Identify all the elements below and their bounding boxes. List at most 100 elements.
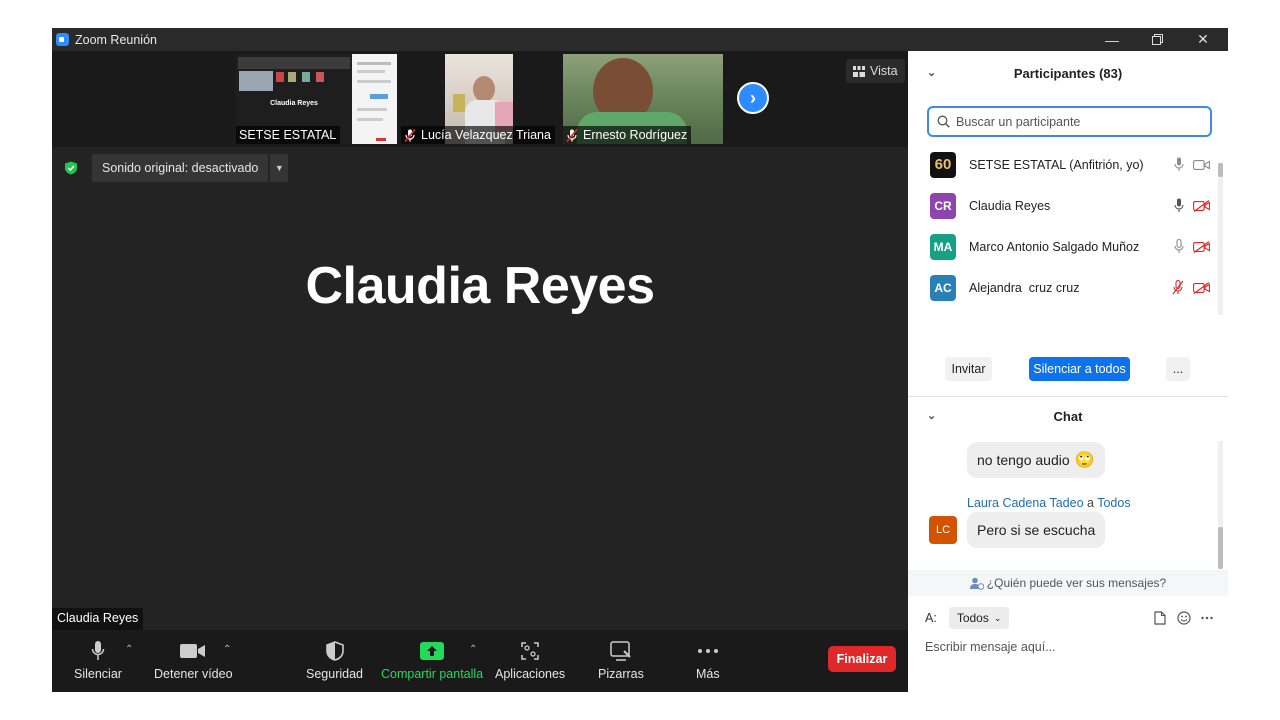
chat-message: no tengo audio 🙄 [967,442,1105,478]
stop-video-button[interactable]: Detener vídeo [154,638,233,681]
file-icon[interactable] [1154,611,1166,625]
participant-name: SETSE ESTATAL (Anfitrión, yo) [969,157,1144,172]
microphone-icon [91,641,105,660]
sender-name[interactable]: Laura Cadena Tadeo [967,496,1084,510]
thumb-name: Lucía Velazquez Triana [421,128,551,142]
close-icon[interactable]: ✕ [1180,28,1226,51]
message-sender-line: Laura Cadena Tadeo a Todos [967,496,1131,510]
chat-messages: no tengo audio 🙄 Laura Cadena Tadeo a To… [908,440,1218,568]
share-label: Compartir pantalla [381,667,484,681]
participant-row[interactable]: AC Alejandra cruz cruz [908,267,1218,308]
video-area: Claudia Reyes SETSE ESTATAL Lucía Velazq… [52,51,908,692]
avatar: AC [930,274,956,301]
video-off-icon[interactable] [1193,199,1210,212]
video-camera-icon [180,644,206,658]
participant-list: 60 SETSE ESTATAL (Anfitrión, yo) CR Clau… [908,144,1218,314]
encryption-shield-icon [65,161,77,175]
recipient-name[interactable]: Todos [1097,496,1130,510]
minimize-icon[interactable]: — [1089,28,1135,51]
speaker-name-tag: Claudia Reyes [52,608,144,630]
zoom-logo-icon [56,33,69,46]
side-panel: ⌄ Participantes (83) 60 SETSE ESTATAL (A… [908,51,1228,692]
person-info-icon [969,577,984,590]
title-bar: Zoom Reunión — ✕ [52,28,1228,51]
mute-button[interactable]: Silenciar [74,638,122,681]
video-off-icon[interactable] [1193,281,1210,294]
security-button[interactable]: Seguridad [306,638,363,681]
thumb-setse[interactable]: Claudia Reyes SETSE ESTATAL [236,54,397,144]
microphone-icon[interactable] [1174,198,1184,213]
thumb-name-tag: SETSE ESTATAL [236,126,341,144]
recipient-row: A: Todos ⌄ [925,606,1215,630]
emoji-icon[interactable] [1177,611,1191,625]
thumb-name: Ernesto Rodríguez [583,128,688,142]
participants-scrollbar[interactable] [1218,163,1223,315]
more-dots-icon[interactable] [1201,616,1213,620]
chevron-up-icon[interactable]: ⌃ [469,644,477,655]
recipient-select[interactable]: Todos ⌄ [948,607,1010,629]
participant-row[interactable]: MA Marco Antonio Salgado Muñoz [908,226,1218,267]
participant-name: Alejandra cruz cruz [969,280,1080,295]
more-button[interactable]: Más [696,638,720,681]
avatar: LC [929,516,957,544]
security-label: Seguridad [306,667,363,681]
next-page-arrow-icon[interactable]: › [737,82,769,114]
participant-row[interactable]: CR Claudia Reyes [908,185,1218,226]
chevron-up-icon[interactable]: ⌃ [125,644,133,655]
microphone-icon[interactable] [1174,239,1184,254]
thumb-ernesto[interactable]: Ernesto Rodríguez [563,54,723,144]
mic-muted-icon [404,128,416,142]
thumb-name: SETSE ESTATAL [239,128,337,142]
participant-name: Claudia Reyes [969,198,1051,213]
mute-all-button[interactable]: Silenciar a todos [1029,357,1130,381]
chevron-down-icon[interactable]: ⌄ [927,409,936,422]
mic-muted-icon [566,128,578,142]
chevron-up-icon[interactable]: ⌃ [223,644,231,655]
chevron-down-icon: ⌄ [993,612,1002,623]
view-label: Vista [870,64,898,78]
recipient-value: Todos [956,611,989,625]
original-sound-button[interactable]: Sonido original: desactivado [92,154,269,182]
end-meeting-button[interactable]: Finalizar [828,646,896,672]
video-camera-icon[interactable] [1193,159,1210,171]
share-screen-button[interactable]: Compartir pantalla [381,638,483,681]
chat-message-input[interactable] [925,637,1215,657]
zoom-window: Zoom Reunión — ✕ Claudia Reyes SETSE EST… [52,28,1228,692]
shared-document-preview [352,54,397,144]
restore-icon[interactable] [1134,28,1180,51]
video-off-icon[interactable] [1193,240,1210,253]
search-input[interactable] [956,114,1196,129]
sender-to: a [1087,496,1094,510]
thumb-name-tag: Ernesto Rodríguez [563,126,692,144]
mic-muted-icon[interactable] [1172,280,1184,295]
microphone-icon[interactable] [1174,157,1184,172]
view-button[interactable]: Vista [846,59,905,83]
who-can-see-messages[interactable]: ¿Quién puede ver sus mensajes? [908,570,1228,596]
search-icon [937,115,950,128]
participant-search[interactable] [927,106,1212,137]
avatar: MA [930,233,956,260]
apps-button[interactable]: Aplicaciones [495,638,565,681]
invite-button[interactable]: Invitar [945,357,992,381]
chat-header: ⌄ Chat [908,396,1228,436]
apps-icon [521,642,539,660]
whiteboards-button[interactable]: Pizarras [598,638,644,681]
whiteboard-icon [610,641,631,661]
message-text: no tengo audio [977,452,1070,468]
meeting-toolbar: Silenciar ⌃ Detener vídeo ⌃ Seguridad Co… [52,630,908,692]
thumb-name-tag: Lucía Velazquez Triana [401,126,555,144]
participant-row[interactable] [908,308,1218,314]
chevron-down-icon[interactable]: ▼ [270,154,289,182]
grid-icon [853,65,865,77]
participant-name: Marco Antonio Salgado Muñoz [969,239,1140,254]
more-options-button[interactable]: ... [1166,357,1190,381]
thumb-lucia[interactable]: Lucía Velazquez Triana [401,54,556,144]
chevron-down-icon[interactable]: ⌄ [927,66,936,79]
video-label: Detener vídeo [154,667,233,681]
chat-title: Chat [1053,408,1083,424]
more-label: Más [696,667,720,681]
participant-row[interactable]: 60 SETSE ESTATAL (Anfitrión, yo) [908,144,1218,185]
chat-scrollbar[interactable] [1218,441,1223,569]
avatar: 60 [930,151,956,178]
whiteboards-label: Pizarras [598,667,644,681]
